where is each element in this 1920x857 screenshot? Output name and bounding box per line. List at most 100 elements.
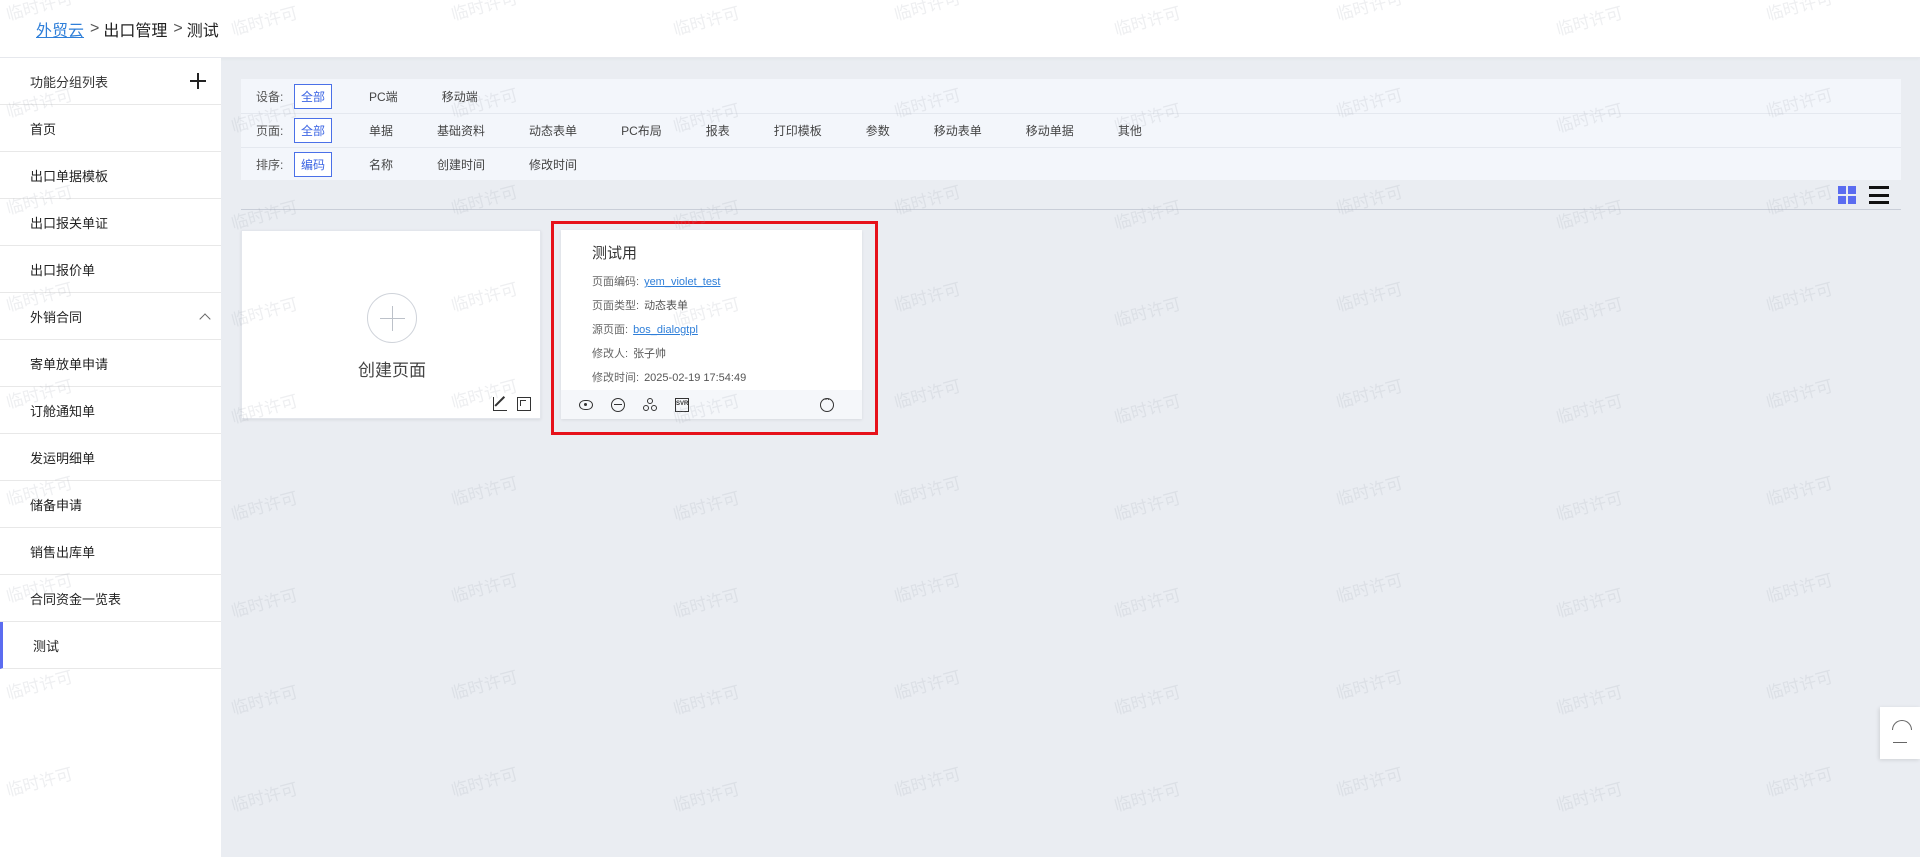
filter-option[interactable]: 单据 [362,118,400,143]
modifier-label: 修改人: [592,348,629,360]
filter-label: 设备: [256,89,284,104]
sort-option[interactable]: 修改时间 [522,152,584,177]
watermark-text: 临时许可 [1112,391,1183,428]
add-group-icon[interactable] [190,73,206,89]
page-card-title: 测试用 [592,245,638,262]
sidebar-item-release-request[interactable]: 寄单放单申请 [0,340,221,387]
sidebar-header: 功能分组列表 [0,58,221,105]
breadcrumb-level1[interactable]: 出口管理 [103,17,167,41]
filter-option[interactable]: 全部 [294,118,333,143]
sidebar-item-reserve-request[interactable]: 储备申请 [0,481,221,528]
divider [241,209,1901,210]
watermark-text: 临时许可 [1112,488,1183,525]
sidebar-item-label: 发运明细单 [30,450,96,466]
sidebar-item-export-customs-docs[interactable]: 出口报关单证 [0,199,221,246]
watermark-text: 临时许可 [229,197,300,234]
watermark-text: 临时许可 [1764,667,1835,704]
watermark-text: 临时许可 [1764,764,1835,801]
more-options-icon[interactable] [820,394,834,412]
watermark-text: 临时许可 [1554,294,1625,331]
filter-option[interactable]: 基础资料 [430,118,492,143]
page-card[interactable]: 测试用 页面编码: yem_violet_test 页面类型: 动态表单 源页面: b… [561,230,862,419]
sidebar-item-home[interactable]: 首页 [0,105,221,152]
modifier-row: 修改人: 张子帅 [592,345,666,361]
watermark-text: 临时许可 [1554,488,1625,525]
watermark-text: 临时许可 [1554,779,1625,816]
watermark-text: 临时许可 [892,764,963,801]
relation-share-icon[interactable] [643,398,657,412]
watermark-text: 临时许可 [1764,473,1835,510]
open-enter-icon[interactable] [611,398,625,412]
sort-option[interactable]: 名称 [362,152,400,177]
filter-option[interactable]: 全部 [294,83,333,109]
grid-view-icon[interactable] [1838,186,1856,204]
sidebar: 功能分组列表 首页 出口单据模板 出口报关单证 出口报价单 外销合同 寄单放单申… [0,58,221,857]
source-page-label: 源页面: [592,324,629,336]
import-icon[interactable] [493,397,507,411]
modified-time-value: 2025-02-19 17:54:49 [644,372,747,384]
watermark-text: 临时许可 [671,585,742,622]
watermark-text: 临时许可 [892,473,963,510]
watermark-text: 临时许可 [229,488,300,525]
sidebar-item-label: 出口单据模板 [30,168,109,184]
sidebar-item-sales-outbound[interactable]: 销售出库单 [0,528,221,575]
watermark-text: 临时许可 [1112,585,1183,622]
watermark-text: 临时许可 [229,585,300,622]
sidebar-item-test[interactable]: 测试 [0,622,221,669]
watermark-text: 临时许可 [1554,682,1625,719]
watermark-text: 临时许可 [1334,570,1405,607]
filter-panel: 设备: 全部 PC端 移动端 页面: 全部 单据 基础资料 动态表单 PC布局 … [241,79,1901,180]
watermark-text: 临时许可 [1764,182,1835,219]
sidebar-item-export-doc-template[interactable]: 出口单据模板 [0,152,221,199]
filter-option[interactable]: PC布局 [614,118,669,143]
page-code-link[interactable]: yem_violet_test [644,276,720,288]
watermark-text: 临时许可 [671,197,742,234]
preview-eye-icon[interactable] [579,400,593,410]
source-page-link[interactable]: bos_dialogtpl [633,324,698,336]
plus-circle-icon[interactable] [367,293,417,343]
sidebar-item-contract-funds[interactable]: 合同资金一览表 [0,575,221,622]
sort-option[interactable]: 编码 [294,152,333,177]
watermark-text: 临时许可 [1554,585,1625,622]
page-type-label: 页面类型: [592,300,640,312]
breadcrumb-current: 测试 [186,22,219,40]
chevron-up-icon[interactable] [199,312,211,325]
sidebar-item-label: 销售出库单 [30,544,96,560]
sort-option[interactable]: 创建时间 [430,152,492,177]
create-page-card[interactable]: 创建页面 [241,230,541,419]
filter-option[interactable]: 其他 [1111,118,1149,143]
watermark-text: 临时许可 [229,779,300,816]
watermark-text: 临时许可 [1112,682,1183,719]
page-code-row: 页面编码: yem_violet_test [592,273,721,289]
code-icon[interactable]: SVR [675,398,689,412]
page-type-row: 页面类型: 动态表单 [592,297,688,313]
filter-option[interactable]: 动态表单 [522,118,584,143]
watermark-text: 临时许可 [671,682,742,719]
sidebar-item-label: 储备申请 [30,497,83,513]
sidebar-item-label: 外销合同 [30,309,83,325]
sidebar-item-export-quotation[interactable]: 出口报价单 [0,246,221,293]
sidebar-item-sales-contract[interactable]: 外销合同 [0,293,221,340]
watermark-text: 临时许可 [1334,279,1405,316]
filter-row-device: 设备: 全部 PC端 移动端 [241,79,1901,113]
watermark-text: 临时许可 [449,182,520,219]
filter-option[interactable]: 移动表单 [927,118,989,143]
filter-option[interactable]: PC端 [362,84,405,109]
filter-option[interactable]: 移动端 [435,84,485,109]
cloud-icon[interactable] [1880,707,1920,759]
list-view-icon[interactable] [1869,186,1889,204]
filter-label: 页面: [256,124,284,138]
filter-option[interactable]: 参数 [859,118,897,143]
filter-option[interactable]: 移动单据 [1019,118,1081,143]
sidebar-item-booking-notice[interactable]: 订舱通知单 [0,387,221,434]
watermark-text: 临时许可 [449,473,520,510]
filter-option[interactable]: 打印模板 [767,118,829,143]
watermark-text: 临时许可 [449,667,520,704]
watermark-text: 临时许可 [1764,376,1835,413]
sidebar-item-shipment-detail[interactable]: 发运明细单 [0,434,221,481]
expand-icon[interactable] [517,397,531,411]
sidebar-item-label: 出口报价单 [30,262,96,278]
filter-option[interactable]: 报表 [699,118,737,143]
watermark-text: 临时许可 [1764,279,1835,316]
breadcrumb-root-link[interactable]: 外贸云 [36,17,84,41]
